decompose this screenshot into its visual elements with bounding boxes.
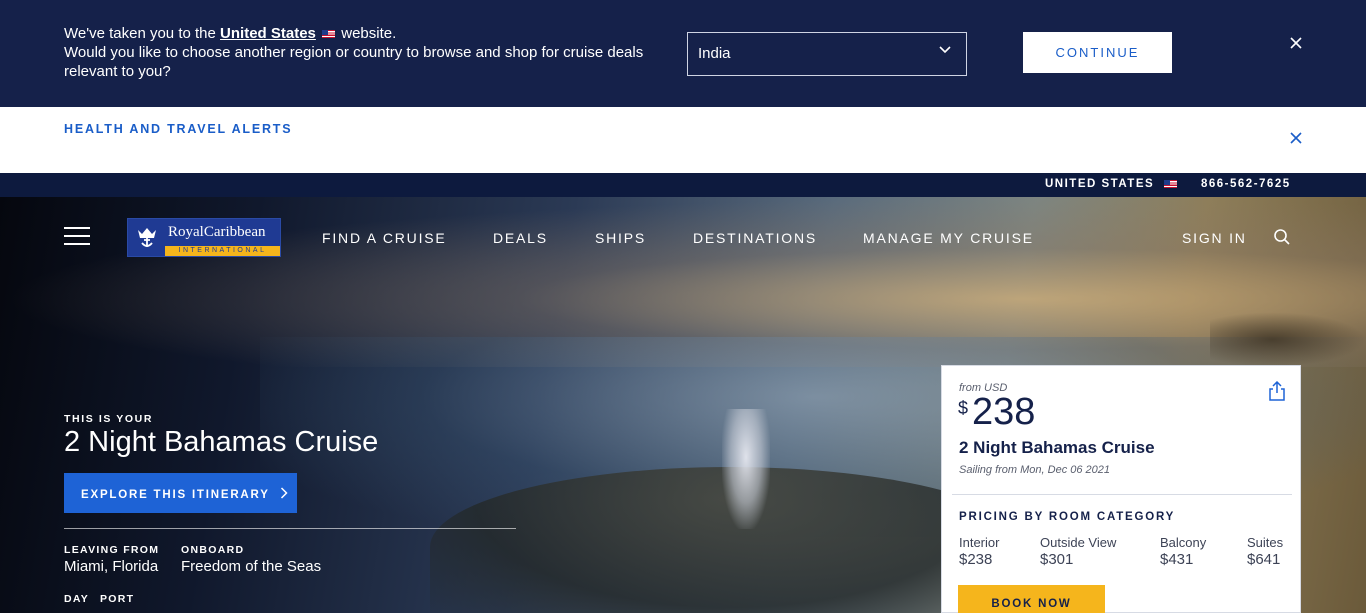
- room-category-name: Balcony: [1160, 535, 1207, 550]
- book-now-button[interactable]: BOOK NOW: [958, 585, 1105, 613]
- nav-deals[interactable]: DEALS: [493, 230, 548, 246]
- sign-in-link[interactable]: SIGN IN: [1182, 230, 1247, 246]
- region-select-value: India: [698, 45, 731, 62]
- close-icon[interactable]: [1288, 35, 1304, 55]
- price-amount: 238: [972, 391, 1036, 433]
- room-category-name: Interior: [959, 535, 1000, 550]
- country-label: UNITED STATES: [1045, 178, 1155, 190]
- room-category-interior[interactable]: Interior $238: [959, 535, 999, 568]
- currency-symbol: $: [958, 398, 969, 418]
- hero-eyebrow: THIS IS YOUR: [64, 413, 154, 425]
- region-message: We've taken you to the United States web…: [64, 24, 684, 81]
- price-card: from USD $ 238 2 Night Bahamas Cruise Sa…: [941, 365, 1301, 613]
- room-category-suites[interactable]: Suites $641: [1247, 535, 1283, 568]
- region-banner: We've taken you to the United States web…: [0, 0, 1366, 107]
- sailing-date: Sailing from Mon, Dec 06 2021: [959, 464, 1111, 476]
- us-flag-icon: [322, 30, 336, 39]
- logo-tagline: INTERNATIONAL: [165, 246, 280, 256]
- region-question: Would you like to choose another region …: [64, 44, 644, 80]
- nav-destinations[interactable]: DESTINATIONS: [693, 230, 817, 246]
- explore-itinerary-button[interactable]: EXPLORE THIS ITINERARY: [64, 473, 297, 513]
- cruise-title: 2 Night Bahamas Cruise: [959, 438, 1155, 457]
- country-selector[interactable]: UNITED STATES: [1045, 178, 1179, 190]
- phone-number[interactable]: 866-562-7625: [1201, 178, 1291, 190]
- room-category-balcony[interactable]: Balcony $431: [1160, 535, 1206, 568]
- region-select[interactable]: India: [687, 32, 967, 76]
- logo[interactable]: RoyalCaribbean INTERNATIONAL: [127, 218, 281, 257]
- nav-ships[interactable]: SHIPS: [595, 230, 646, 246]
- close-icon[interactable]: [1288, 130, 1304, 150]
- share-icon[interactable]: [1268, 380, 1286, 402]
- crown-anchor-icon: [132, 223, 162, 253]
- divider: [64, 528, 516, 529]
- divider: [952, 494, 1292, 495]
- nav-find-a-cruise[interactable]: FIND A CRUISE: [322, 230, 447, 246]
- day-column-header: DAY: [64, 593, 90, 605]
- logo-name: RoyalCaribbean: [168, 224, 266, 240]
- region-message-suffix: website.: [341, 25, 397, 42]
- leaving-from-label: LEAVING FROM: [64, 544, 160, 556]
- room-category-price: $301: [1040, 551, 1074, 568]
- onboard-value: Freedom of the Seas: [181, 558, 322, 575]
- continue-button[interactable]: CONTINUE: [1023, 32, 1172, 73]
- leaving-from-value: Miami, Florida: [64, 558, 159, 575]
- pricing-section-title: PRICING BY ROOM CATEGORY: [959, 511, 1176, 523]
- onboard-label: ONBOARD: [181, 544, 245, 556]
- us-flag-icon: [1163, 179, 1177, 188]
- united-states-link[interactable]: United States: [220, 25, 316, 42]
- room-category-price: $238: [959, 551, 993, 568]
- hamburger-menu-icon[interactable]: [64, 227, 90, 245]
- search-icon[interactable]: [1273, 228, 1291, 246]
- room-category-outside-view[interactable]: Outside View $301: [1040, 535, 1116, 568]
- hero-title: 2 Night Bahamas Cruise: [64, 426, 379, 458]
- explore-button-label: EXPLORE THIS ITINERARY: [81, 489, 270, 501]
- chevron-right-icon: [280, 485, 289, 501]
- alerts-bar: HEALTH AND TRAVEL ALERTS: [0, 107, 1366, 173]
- room-category-price: $431: [1160, 551, 1194, 568]
- health-alerts-link[interactable]: HEALTH AND TRAVEL ALERTS: [64, 122, 292, 136]
- room-category-price: $641: [1247, 551, 1281, 568]
- utility-bar: UNITED STATES 866-562-7625: [0, 173, 1366, 197]
- nav-manage-my-cruise[interactable]: MANAGE MY CRUISE: [863, 230, 1034, 246]
- chevron-down-icon: [938, 43, 952, 60]
- room-category-name: Outside View: [1040, 535, 1117, 550]
- port-column-header: PORT: [100, 593, 135, 605]
- room-category-name: Suites: [1247, 535, 1284, 550]
- lighthouse-image: [722, 409, 770, 529]
- region-message-prefix: We've taken you to the: [64, 25, 216, 42]
